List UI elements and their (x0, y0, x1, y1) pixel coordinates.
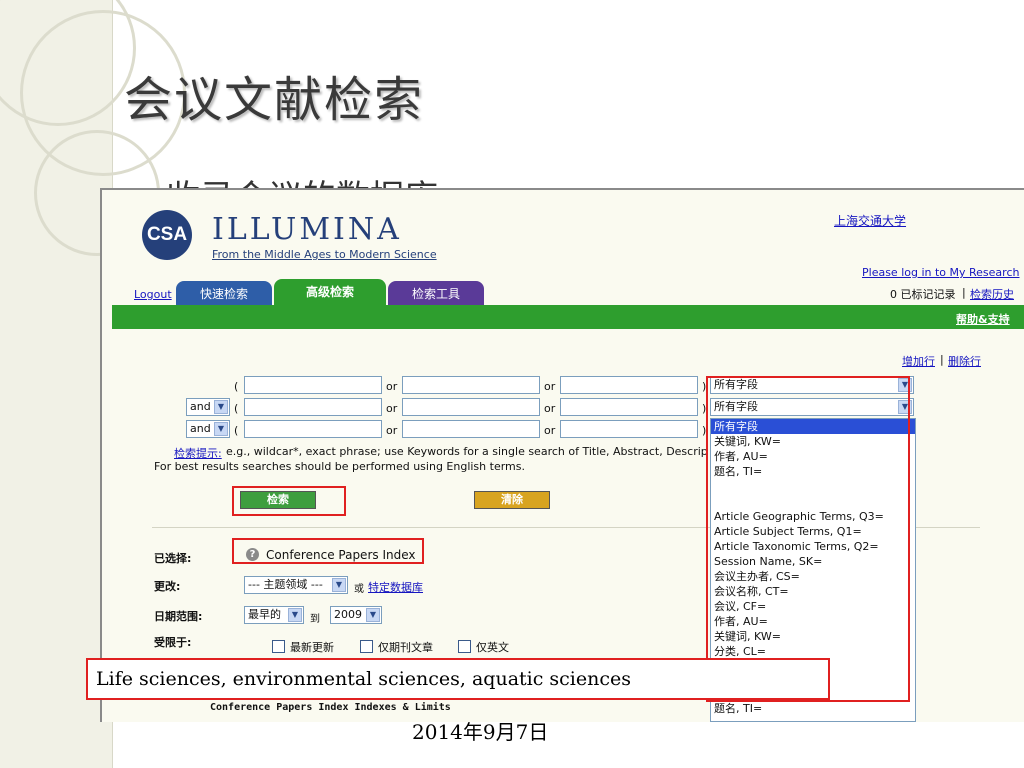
selected-label: 已选择: (154, 552, 192, 565)
delete-row-link[interactable]: 删除行 (948, 353, 981, 369)
slide-title: 会议文献检索 (124, 72, 425, 128)
database-highlight (232, 538, 424, 564)
header-separator: | (962, 286, 966, 299)
search-term-input[interactable] (402, 376, 540, 394)
search-term-input[interactable] (560, 376, 698, 394)
search-tips-line2: For best results searches should be perf… (154, 460, 525, 473)
date-to-select[interactable]: 2009 ▼ (330, 606, 382, 624)
marked-records: 0 已标记记录 (890, 288, 956, 301)
date-range-label: 日期范围: (154, 610, 203, 623)
limits-label: 受限于: (154, 636, 192, 649)
or-label: or (386, 402, 398, 415)
slide-date: 2014年9月7日 (412, 720, 549, 744)
date-to-value: 2009 (334, 608, 362, 621)
journals-only-checkbox[interactable] (360, 640, 373, 653)
or-label: or (544, 424, 556, 437)
chevron-down-icon[interactable]: ▼ (288, 608, 302, 622)
english-only-label: 仅英文 (476, 641, 509, 654)
journals-only-label: 仅期刊文章 (378, 641, 433, 654)
operator-select[interactable]: and ▼ (186, 420, 230, 438)
paren-open: ( (234, 380, 239, 393)
row-actions-separator: | (940, 353, 944, 366)
subject-area-select[interactable]: --- 主题领域 --- ▼ (244, 576, 348, 594)
help-support-link[interactable]: 帮助&支持 (956, 311, 1010, 327)
operator-value: and (190, 422, 211, 435)
search-button-highlight (232, 486, 346, 516)
latest-update-label: 最新更新 (290, 641, 334, 654)
login-link[interactable]: Please log in to My Research (862, 266, 1019, 279)
indexes-limits-link[interactable]: Conference Papers Index Indexes & Limits (210, 702, 451, 713)
paren-open: ( (234, 402, 239, 415)
search-tips-text: e.g., wildcar*, exact phrase; use Keywor… (226, 445, 708, 458)
date-from-value: 最早的 (248, 608, 281, 621)
search-term-input[interactable] (402, 420, 540, 438)
dropdown-item[interactable]: 题名, TI= (711, 701, 762, 716)
date-to-text: 到 (310, 614, 320, 625)
annotation-banner: Life sciences, environmental sciences, a… (86, 658, 830, 700)
specific-database-link[interactable]: 特定数据库 (368, 579, 423, 595)
tab-quick-search[interactable]: 快速检索 (176, 281, 272, 305)
search-term-input[interactable] (244, 376, 382, 394)
operator-select[interactable]: and ▼ (186, 398, 230, 416)
chevron-down-icon[interactable]: ▼ (214, 400, 228, 414)
search-history-link[interactable]: 检索历史 (970, 286, 1014, 302)
bullet-text: 收录会议的数据库 (166, 170, 438, 188)
chevron-down-icon[interactable]: ▼ (366, 608, 380, 622)
csa-logo[interactable]: CSA (142, 210, 192, 260)
nav-bar (112, 305, 1024, 329)
clear-button[interactable]: 清除 (474, 491, 550, 509)
operator-value: and (190, 400, 211, 413)
or-label: or (386, 424, 398, 437)
search-tips-link[interactable]: 检索提示: (174, 445, 222, 461)
search-term-input[interactable] (244, 398, 382, 416)
add-row-link[interactable]: 增加行 (902, 353, 935, 369)
search-term-input[interactable] (560, 420, 698, 438)
csa-illumina-screenshot: CSA ILLUMINA From the Middle Ages to Mod… (100, 188, 1024, 722)
paren-open: ( (234, 424, 239, 437)
logout-link[interactable]: Logout (134, 288, 172, 301)
subject-area-value: --- 主题领域 --- (248, 578, 323, 591)
search-term-input[interactable] (244, 420, 382, 438)
date-from-select[interactable]: 最早的 ▼ (244, 606, 304, 624)
english-only-checkbox[interactable] (458, 640, 471, 653)
brand-tagline: From the Middle Ages to Modern Science (212, 248, 437, 261)
institution-link[interactable]: 上海交通大学 (834, 212, 906, 229)
search-term-input[interactable] (560, 398, 698, 416)
search-term-input[interactable] (402, 398, 540, 416)
change-label: 更改: (154, 580, 181, 593)
or-label: or (386, 380, 398, 393)
chevron-down-icon[interactable]: ▼ (214, 422, 228, 436)
latest-update-checkbox[interactable] (272, 640, 285, 653)
or-label: or (544, 402, 556, 415)
or-text: 或 (354, 584, 364, 595)
dropdown-highlight (706, 376, 910, 702)
brand-name: ILLUMINA (212, 212, 402, 247)
chevron-down-icon[interactable]: ▼ (332, 578, 346, 592)
tab-search-tools[interactable]: 检索工具 (388, 281, 484, 305)
or-label: or (544, 380, 556, 393)
